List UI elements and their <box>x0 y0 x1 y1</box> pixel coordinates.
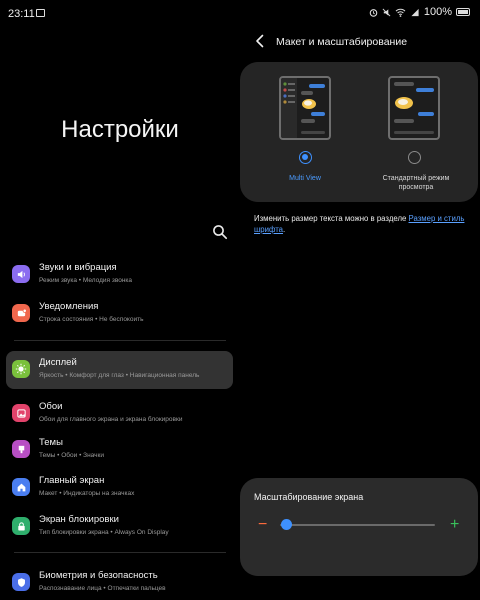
settings-item-label: Дисплей <box>39 357 77 368</box>
alarm-icon <box>369 8 378 17</box>
settings-item-label: Главный экран <box>39 475 105 486</box>
battery-icon <box>456 8 470 16</box>
settings-item-subtitle: Темы • Обои • Значки <box>39 452 105 459</box>
settings-item-wallpaper[interactable]: Обои Обои для главного экрана и экрана б… <box>6 395 233 433</box>
hint-text: Изменить размер текста можно в разделе <box>254 214 409 223</box>
settings-item-label: Обои <box>39 401 63 412</box>
zoom-out-button[interactable]: − <box>258 516 267 534</box>
wifi-icon <box>395 8 406 17</box>
multi-view-illustration <box>281 78 325 138</box>
settings-item-lock-screen[interactable]: Экран блокировки Тип блокировки экрана •… <box>6 508 233 546</box>
screen-zoom-card: Масштабирование экрана − + <box>240 478 478 576</box>
settings-pane: Настройки Звуки и вибрация Режим звука •… <box>0 0 240 600</box>
settings-item-label: Экран блокировки <box>39 514 119 525</box>
battery-percent: 100% <box>423 6 452 18</box>
standard-view-label-line1: Стандартный режим <box>382 175 450 182</box>
settings-item-label: Темы <box>39 437 63 448</box>
settings-item-subtitle: Строка состояния • Не беспокоить <box>39 316 144 323</box>
settings-item-subtitle: Макет • Индикаторы на значках <box>39 490 135 497</box>
speaker-icon <box>12 265 30 283</box>
standard-view-preview[interactable] <box>388 76 440 140</box>
font-size-hint: Изменить размер текста можно в разделе Р… <box>254 213 468 235</box>
settings-item-label: Биометрия и безопасность <box>39 570 158 581</box>
settings-item-label: Уведомления <box>39 301 99 312</box>
multi-view-label: Multi View <box>289 175 321 182</box>
settings-item-home-screen[interactable]: Главный экран Макет • Индикаторы на знач… <box>6 469 233 507</box>
hint-end: . <box>283 225 286 234</box>
shield-icon <box>12 573 30 591</box>
lock-icon <box>12 517 30 535</box>
back-arrow-icon[interactable] <box>254 34 266 48</box>
view-mode-card: Multi View Стандартный режим просмотра <box>240 62 478 202</box>
settings-item-label: Звуки и вибрация <box>39 262 117 273</box>
notification-icon <box>12 304 30 322</box>
settings-item-subtitle: Обои для главного экрана и экрана блокир… <box>39 416 183 423</box>
multi-view-radio[interactable] <box>299 151 312 164</box>
divider <box>14 340 226 341</box>
signal-icon <box>411 8 419 16</box>
page-title: Макет и масштабирование <box>276 36 408 48</box>
mute-icon <box>382 8 391 16</box>
zoom-slider-track[interactable] <box>280 524 435 526</box>
page-title: Настройки <box>61 116 179 143</box>
standard-view-illustration <box>394 82 434 134</box>
settings-item-themes[interactable]: Темы Темы • Обои • Значки <box>6 431 233 469</box>
standard-view-label: Стандартный режим просмотра <box>368 174 464 192</box>
zoom-slider-thumb[interactable] <box>280 519 292 530</box>
settings-item-display[interactable]: Дисплей Яркость • Комфорт для глаз • Нав… <box>6 351 233 389</box>
settings-item-subtitle: Тип блокировки экрана • Always On Displa… <box>39 529 169 536</box>
settings-item-subtitle: Режим звука • Мелодия звонка <box>39 277 133 284</box>
themes-icon <box>12 440 30 458</box>
standard-view-radio[interactable] <box>408 151 421 164</box>
settings-item-biometrics[interactable]: Биометрия и безопасность Распознавание л… <box>6 564 233 600</box>
home-icon <box>12 478 30 496</box>
settings-item-sounds[interactable]: Звуки и вибрация Режим звука • Мелодия з… <box>6 256 233 294</box>
settings-item-subtitle: Яркость • Комфорт для глаз • Навигационн… <box>39 372 200 379</box>
search-icon[interactable] <box>212 224 228 240</box>
screen-zoom-title: Масштабирование экрана <box>254 492 364 502</box>
wallpaper-icon <box>12 404 30 422</box>
divider <box>14 552 226 553</box>
settings-item-notifications[interactable]: Уведомления Строка состояния • Не беспок… <box>6 295 233 333</box>
settings-item-subtitle: Распознавание лица • Отпечатки пальцев <box>39 585 166 592</box>
zoom-in-button[interactable]: + <box>450 516 459 534</box>
multi-view-preview[interactable] <box>279 76 331 140</box>
sun-icon <box>12 360 30 378</box>
standard-view-label-line2: просмотра <box>398 184 434 191</box>
